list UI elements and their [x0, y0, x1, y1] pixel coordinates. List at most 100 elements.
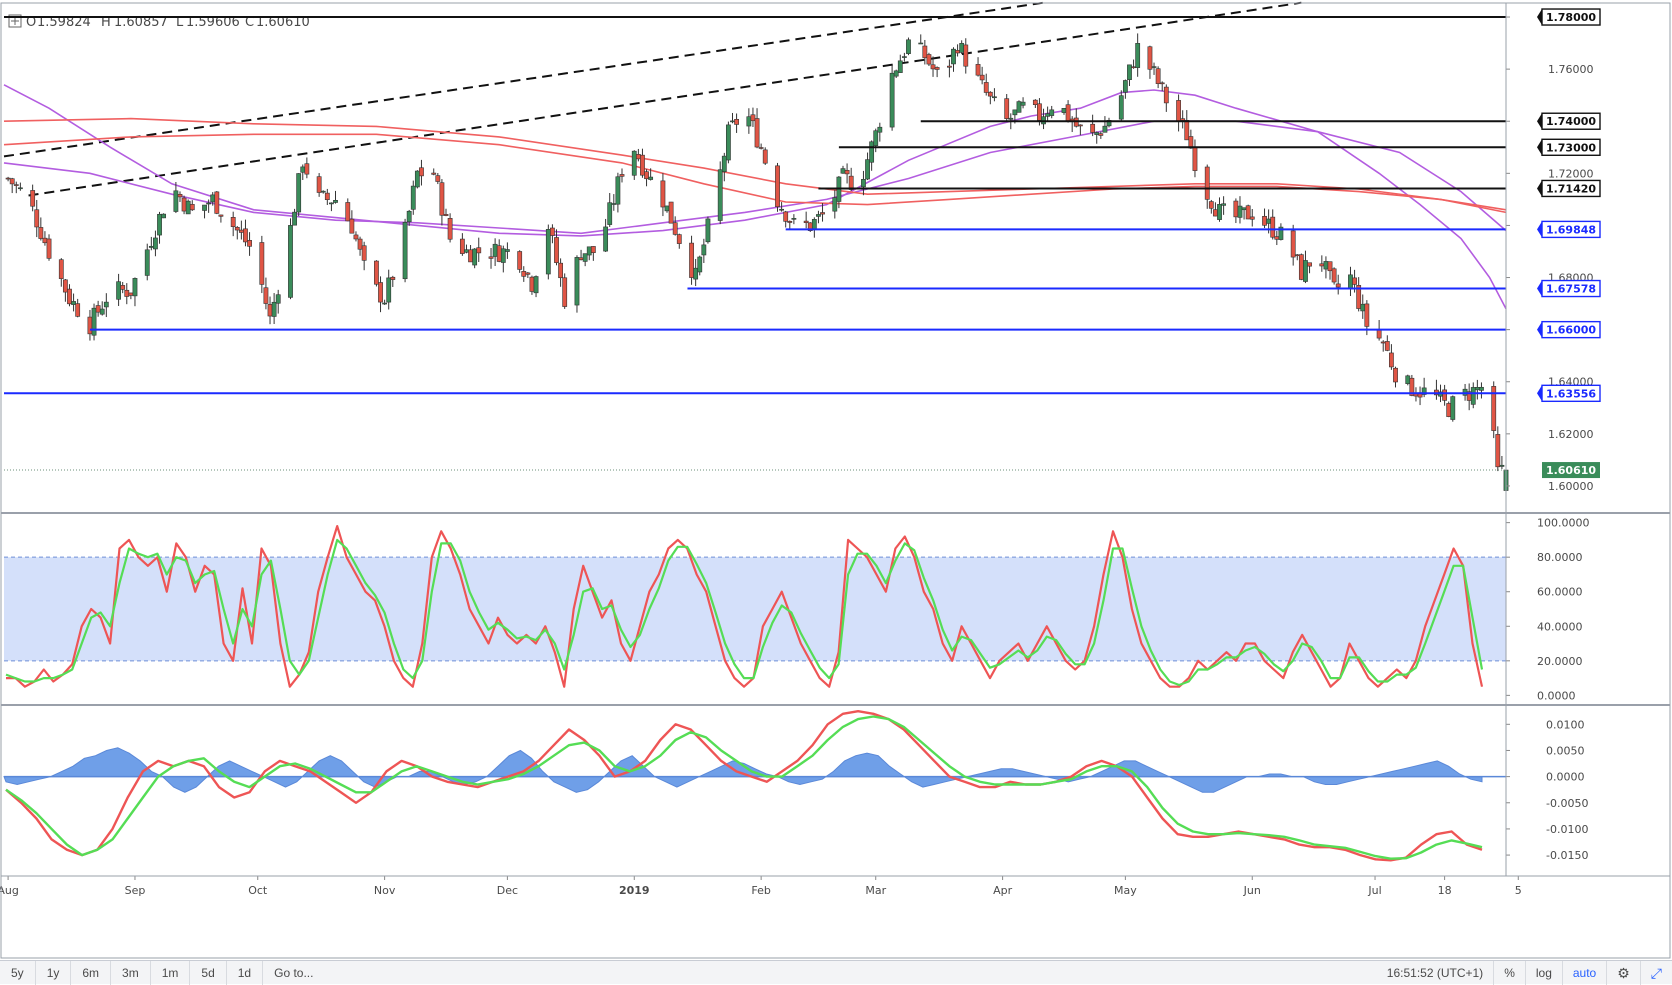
candle-body[interactable] [464, 249, 469, 253]
candle-body[interactable] [46, 238, 52, 259]
candle-body[interactable] [578, 257, 584, 261]
candle-body[interactable] [791, 218, 797, 220]
candle-body[interactable] [926, 54, 932, 65]
candle-body[interactable] [304, 163, 310, 175]
candle-body[interactable] [1032, 99, 1038, 105]
candle-body[interactable] [525, 272, 531, 275]
candle-body[interactable] [288, 225, 293, 298]
candle-body[interactable] [1163, 86, 1169, 104]
candle-body[interactable] [144, 249, 150, 276]
candle-body[interactable] [75, 303, 81, 317]
candle-body[interactable] [1266, 218, 1272, 224]
candle-body[interactable] [1245, 205, 1251, 220]
candle-body[interactable] [1384, 341, 1390, 351]
candle-body[interactable] [230, 217, 236, 227]
candle-body[interactable] [402, 222, 408, 280]
candle-body[interactable] [693, 267, 699, 280]
candle-body[interactable] [378, 282, 383, 303]
candle-body[interactable] [1479, 386, 1484, 391]
candle-body[interactable] [1470, 387, 1476, 405]
candle-body[interactable] [271, 301, 277, 317]
candle-body[interactable] [234, 227, 240, 231]
candle-body[interactable] [644, 171, 649, 180]
candle-body[interactable] [648, 176, 654, 180]
candle-body[interactable] [725, 124, 731, 161]
candle-body[interactable] [820, 212, 825, 215]
candle-body[interactable] [533, 276, 539, 294]
candle-body[interactable] [1307, 262, 1312, 267]
candle-body[interactable] [67, 288, 72, 305]
candle-body[interactable] [758, 147, 764, 149]
candle-body[interactable] [206, 202, 212, 205]
candle-body[interactable] [1331, 268, 1337, 283]
candle-body[interactable] [1446, 403, 1452, 417]
candle-body[interactable] [1360, 303, 1366, 312]
candle-body[interactable] [529, 276, 535, 292]
candle-body[interactable] [148, 245, 154, 248]
candle-body[interactable] [1147, 46, 1153, 70]
candle-body[interactable] [71, 301, 76, 305]
candle-body[interactable] [1122, 80, 1128, 93]
candle-body[interactable] [124, 289, 130, 297]
candle-body[interactable] [500, 248, 506, 263]
candle-body[interactable] [1364, 303, 1370, 327]
goto-button[interactable]: Go to... [263, 961, 324, 985]
candle-body[interactable] [521, 271, 527, 277]
candle-body[interactable] [811, 219, 817, 230]
candle-body[interactable] [504, 249, 510, 252]
candle-body[interactable] [386, 277, 392, 303]
candle-body[interactable] [893, 70, 899, 77]
candle-body[interactable] [1462, 388, 1468, 396]
candle-body[interactable] [1319, 263, 1325, 267]
candle-body[interactable] [296, 173, 302, 213]
candle-body[interactable] [1327, 261, 1333, 272]
candle-body[interactable] [918, 42, 924, 45]
candle-body[interactable] [1249, 216, 1255, 220]
candle-body[interactable] [803, 220, 809, 223]
candle-body[interactable] [431, 172, 437, 175]
candle-body[interactable] [979, 74, 985, 81]
candle-body[interactable] [349, 218, 355, 234]
candle-body[interactable] [545, 229, 551, 275]
candle-body[interactable] [689, 242, 694, 278]
chart-canvas[interactable]: O 1.59824 H 1.60857 L 1.59606 C 1.60610 … [0, 0, 1672, 960]
candle-body[interactable] [1217, 204, 1222, 220]
candle-body[interactable] [668, 201, 674, 224]
candle-body[interactable] [161, 213, 167, 219]
candle-body[interactable] [459, 238, 465, 254]
candle-body[interactable] [517, 251, 523, 270]
candle-body[interactable] [345, 202, 351, 222]
candle-body[interactable] [406, 210, 412, 223]
candle-body[interactable] [1241, 207, 1247, 211]
candle-body[interactable] [1090, 123, 1096, 133]
candle-body[interactable] [1098, 133, 1104, 136]
candle-body[interactable] [30, 190, 36, 207]
auto-toggle[interactable]: auto [1561, 960, 1606, 985]
candle-body[interactable] [844, 170, 850, 175]
candle-body[interactable] [635, 154, 641, 160]
candle-body[interactable] [779, 208, 785, 211]
candle-body[interactable] [1348, 274, 1353, 290]
candle-body[interactable] [292, 211, 297, 226]
candle-body[interactable] [87, 316, 93, 335]
candle-body[interactable] [1221, 203, 1227, 206]
candle-body[interactable] [1405, 375, 1411, 384]
candle-body[interactable] [975, 64, 981, 76]
candle-body[interactable] [619, 174, 625, 177]
candle-body[interactable] [414, 170, 420, 188]
candle-body[interactable] [476, 247, 482, 254]
candle-body[interactable] [554, 237, 559, 263]
candle-body[interactable] [214, 191, 220, 214]
candle-body[interactable] [611, 203, 617, 205]
candle-body[interactable] [447, 218, 453, 240]
candle-body[interactable] [17, 187, 23, 190]
range-button-1m[interactable]: 1m [151, 960, 191, 985]
candle-body[interactable] [783, 211, 789, 222]
candle-body[interactable] [631, 150, 637, 176]
candle-body[interactable] [259, 242, 265, 285]
candle-body[interactable] [263, 287, 269, 304]
candle-body[interactable] [128, 292, 134, 296]
candle-body[interactable] [1094, 132, 1100, 135]
candle-body[interactable] [9, 178, 15, 185]
candle-body[interactable] [275, 294, 281, 304]
